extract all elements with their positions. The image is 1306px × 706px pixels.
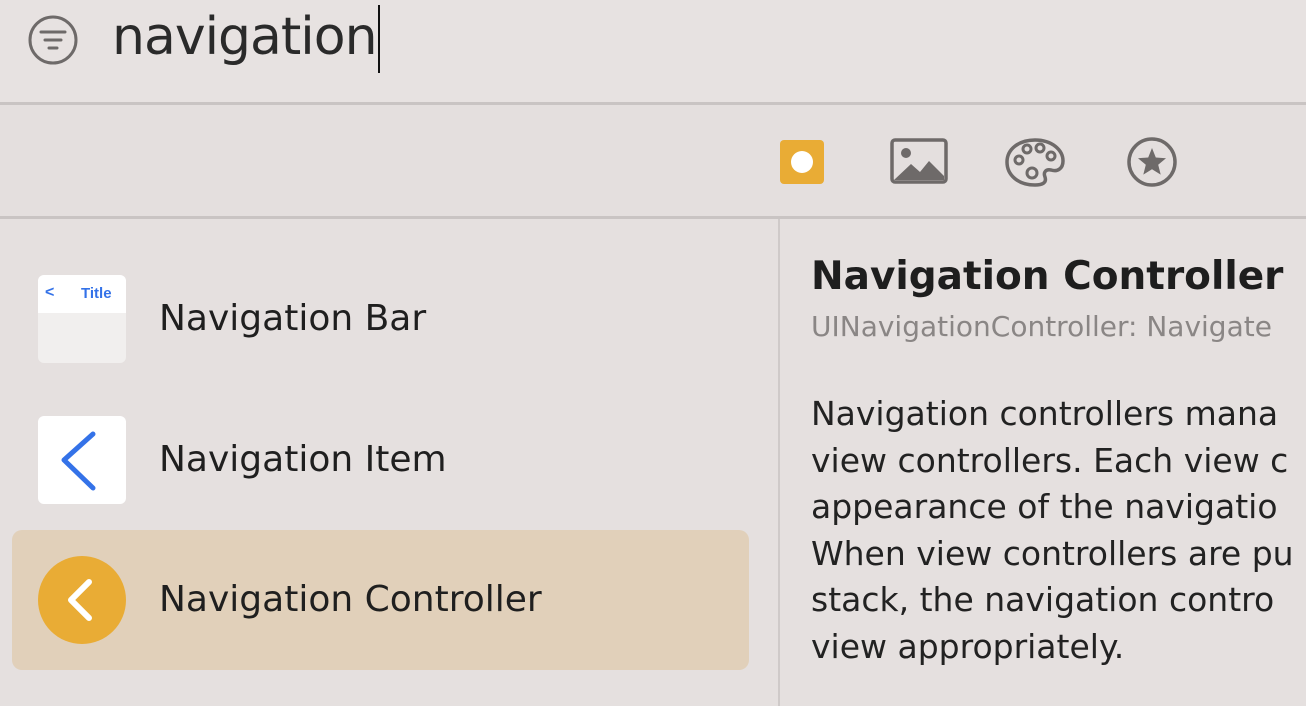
- description-line: stack, the navigation contro: [811, 580, 1275, 619]
- navigation-bar-thumbnail-icon: < Title: [38, 275, 126, 363]
- description-line: Navigation controllers mana: [811, 394, 1279, 433]
- detail-title: Navigation Controller: [811, 254, 1284, 299]
- navigation-controller-thumbnail-icon: [38, 556, 126, 644]
- object-library-window: navigation < Title Navigation Bar Naviga…: [0, 0, 1306, 706]
- media-library-icon[interactable]: [889, 136, 949, 188]
- description-line: view appropriately.: [811, 626, 1125, 666]
- search-bar: navigation: [0, 0, 1306, 103]
- list-item-navigation-bar[interactable]: < Title Navigation Bar: [12, 249, 749, 389]
- description-line: appearance of the navigatio: [811, 487, 1278, 526]
- description-line: When view controllers are pu: [811, 533, 1294, 573]
- favorites-star-icon[interactable]: [1122, 136, 1182, 188]
- thumbnail-back-chevron: <: [45, 284, 55, 301]
- detail-class-name: UINavigationController: Navigate: [811, 310, 1272, 343]
- detail-description: Navigation controllers mana view control…: [811, 391, 1306, 670]
- thumbnail-title: Title: [81, 285, 112, 302]
- list-item-navigation-controller[interactable]: Navigation Controller: [12, 530, 749, 670]
- search-query: navigation: [112, 7, 378, 67]
- list-item-label: Navigation Item: [159, 439, 447, 480]
- library-list: < Title Navigation Bar Navigation Item N…: [0, 219, 778, 706]
- description-line: view controllers. Each view c: [811, 440, 1289, 480]
- filter-icon[interactable]: [28, 15, 78, 65]
- list-item-navigation-item[interactable]: Navigation Item: [12, 390, 749, 530]
- color-palette-icon[interactable]: [1005, 136, 1065, 188]
- list-item-label: Navigation Controller: [159, 579, 542, 620]
- list-item-label: Navigation Bar: [159, 298, 427, 339]
- objects-library-icon[interactable]: [775, 136, 835, 188]
- search-input[interactable]: navigation: [112, 2, 380, 73]
- text-caret: [377, 5, 380, 73]
- detail-panel: Navigation Controller UINavigationContro…: [780, 219, 1306, 706]
- library-toolbar: [0, 105, 1306, 217]
- navigation-item-thumbnail-icon: [38, 416, 126, 504]
